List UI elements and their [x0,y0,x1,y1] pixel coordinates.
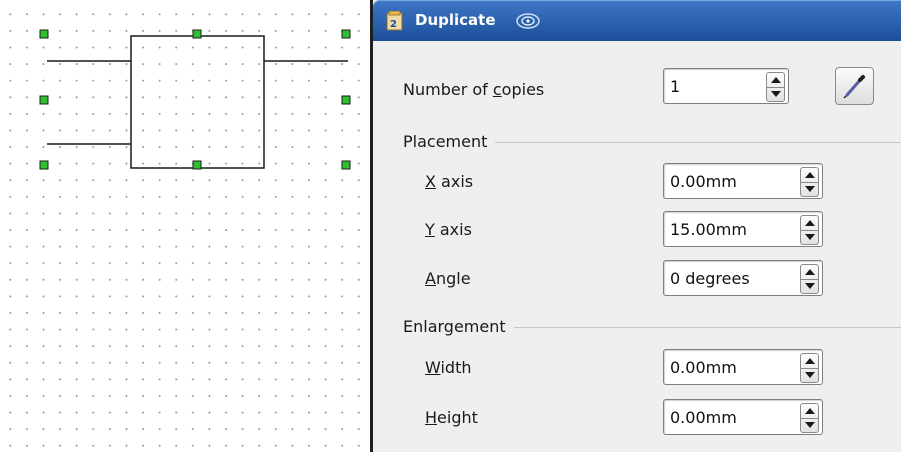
handle-top-center [192,29,202,39]
width-spin-buttons[interactable] [800,353,819,383]
copies-spinbox[interactable]: 1 [663,68,789,104]
spin-up-icon[interactable] [805,220,815,226]
width-spinbox[interactable]: 0.00mm [663,349,823,385]
spin-down-icon[interactable] [771,91,781,97]
copies-label-key: c [492,80,502,99]
swirl-icon [516,13,540,29]
copies-label-post: opies [501,80,545,99]
spin-up-icon[interactable] [805,408,815,414]
handle-bottom-left [39,160,49,170]
handle-top-right [341,29,351,39]
angle-spin-buttons[interactable] [800,264,819,294]
y-axis-key: Y [425,220,435,239]
height-label-text: eight [437,408,478,427]
color-picker-icon [843,75,865,99]
drawing-canvas[interactable] [0,0,372,452]
copies-label: Number of copies [403,80,544,99]
spin-down-icon[interactable] [805,422,815,428]
x-axis-label: X axis [425,172,473,191]
y-axis-label-text: axis [434,220,472,239]
y-axis-label: Y axis [425,220,472,239]
enlargement-title: Enlargement [403,317,514,336]
handle-bottom-right [341,160,351,170]
width-key: W [425,358,441,377]
x-axis-label-text: axis [435,172,474,191]
width-label: Width [425,358,471,377]
width-value[interactable]: 0.00mm [670,358,737,377]
spin-up-icon[interactable] [805,358,815,364]
x-axis-spinbox[interactable]: 0.00mm [663,163,823,199]
handle-middle-right [341,95,351,105]
spin-down-icon[interactable] [805,372,815,378]
width-label-text: idth [440,358,472,377]
x-axis-spin-buttons[interactable] [800,167,819,197]
duplicate-dialog: 2 Duplicate Number of copies 1 Placement… [370,0,901,452]
app-document-icon: 2 [386,11,403,31]
height-label: Height [425,408,478,427]
svg-text:2: 2 [390,19,397,30]
height-spin-buttons[interactable] [800,403,819,433]
angle-key: A [425,269,436,288]
x-axis-key: X [425,172,436,191]
spin-down-icon[interactable] [805,283,815,289]
placement-section: Placement [403,132,901,152]
spin-down-icon[interactable] [805,234,815,240]
x-axis-value[interactable]: 0.00mm [670,172,737,191]
component-rect [130,35,265,169]
handle-bottom-center [192,160,202,170]
enlargement-section: Enlargement [403,317,901,337]
placement-title: Placement [403,132,496,151]
selected-shape[interactable] [0,0,372,452]
dialog-title: Duplicate [415,11,496,29]
copies-value[interactable]: 1 [670,77,680,96]
spin-up-icon[interactable] [805,269,815,275]
height-spinbox[interactable]: 0.00mm [663,399,823,435]
angle-label: Angle [425,269,471,288]
y-axis-spinbox[interactable]: 15.00mm [663,211,823,247]
copies-spin-buttons[interactable] [766,72,785,102]
height-value[interactable]: 0.00mm [670,408,737,427]
handle-middle-left [39,95,49,105]
angle-label-text: ngle [435,269,471,288]
spin-up-icon[interactable] [771,77,781,83]
spin-up-icon[interactable] [805,172,815,178]
angle-value[interactable]: 0 degrees [670,269,750,288]
title-bar[interactable]: 2 Duplicate [373,0,901,41]
y-axis-spin-buttons[interactable] [800,215,819,245]
y-axis-value[interactable]: 15.00mm [670,220,747,239]
copies-label-pre: Number of [403,80,493,99]
handle-top-left [39,29,49,39]
height-key: H [425,408,438,427]
spin-down-icon[interactable] [805,186,815,192]
color-picker-button[interactable] [835,67,874,105]
angle-spinbox[interactable]: 0 degrees [663,260,823,296]
